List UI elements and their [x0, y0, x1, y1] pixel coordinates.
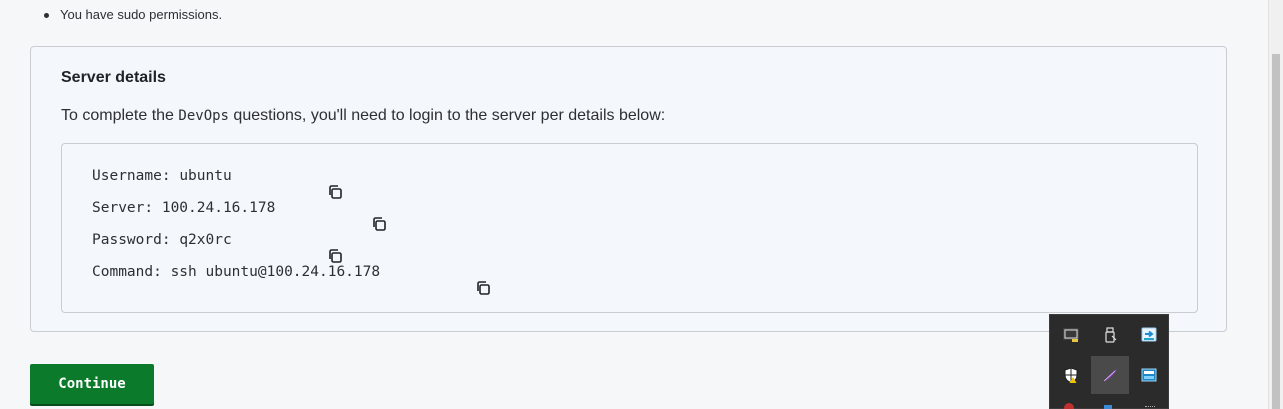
server-details-card: Server details To complete the DevOps qu…: [30, 46, 1227, 332]
password-row: Password: q2x0rc: [92, 230, 342, 263]
page: You have sudo permissions. Server detail…: [0, 0, 1283, 409]
copy-icon[interactable]: [240, 232, 342, 263]
username-label: Username:: [92, 168, 180, 184]
card-title: Server details: [61, 69, 166, 86]
copy-icon[interactable]: [240, 168, 342, 199]
network-card-icon[interactable]: [1130, 356, 1168, 394]
remote-desktop-icon[interactable]: [1130, 316, 1168, 354]
copy-icon[interactable]: [283, 200, 386, 231]
server-label: Server:: [92, 200, 162, 216]
server-row: Server: 100.24.16.178: [92, 198, 386, 231]
password-label: Password:: [92, 232, 180, 248]
card-description: To complete the DevOps questions, you'll…: [61, 107, 665, 125]
password-value[interactable]: q2x0rc: [179, 232, 231, 248]
usb-drive-icon[interactable]: [1091, 316, 1129, 354]
feather-icon[interactable]: [1091, 356, 1129, 394]
shield-warning-icon[interactable]: [1052, 356, 1090, 394]
username-value[interactable]: ubuntu: [179, 168, 231, 184]
command-value[interactable]: ssh ubuntu@100.24.16.178: [171, 264, 381, 280]
credentials-box: Username: ubuntu Server: 100.24.16.178 P…: [61, 143, 1198, 313]
username-row: Username: ubuntu: [92, 166, 342, 199]
copy-icon[interactable]: [388, 264, 491, 295]
description-text-end: questions, you'll need to login to the s…: [228, 107, 666, 124]
continue-button[interactable]: Continue: [30, 364, 154, 404]
partial-tray-icon: [1104, 405, 1112, 409]
description-text-start: To complete the: [61, 107, 179, 124]
command-label: Command:: [92, 264, 171, 280]
vertical-scrollbar[interactable]: [1268, 0, 1283, 409]
scrollbar-thumb[interactable]: [1272, 54, 1280, 409]
partial-tray-icon: [1064, 403, 1074, 409]
system-tray-overflow: [1049, 314, 1169, 409]
monitor-icon[interactable]: [1052, 316, 1090, 354]
server-value[interactable]: 100.24.16.178: [162, 200, 276, 216]
requirements-list: You have sudo permissions.: [44, 6, 222, 24]
command-row: Command: ssh ubuntu@100.24.16.178: [92, 262, 491, 295]
list-item: You have sudo permissions.: [44, 6, 222, 24]
description-code: DevOps: [178, 108, 229, 124]
